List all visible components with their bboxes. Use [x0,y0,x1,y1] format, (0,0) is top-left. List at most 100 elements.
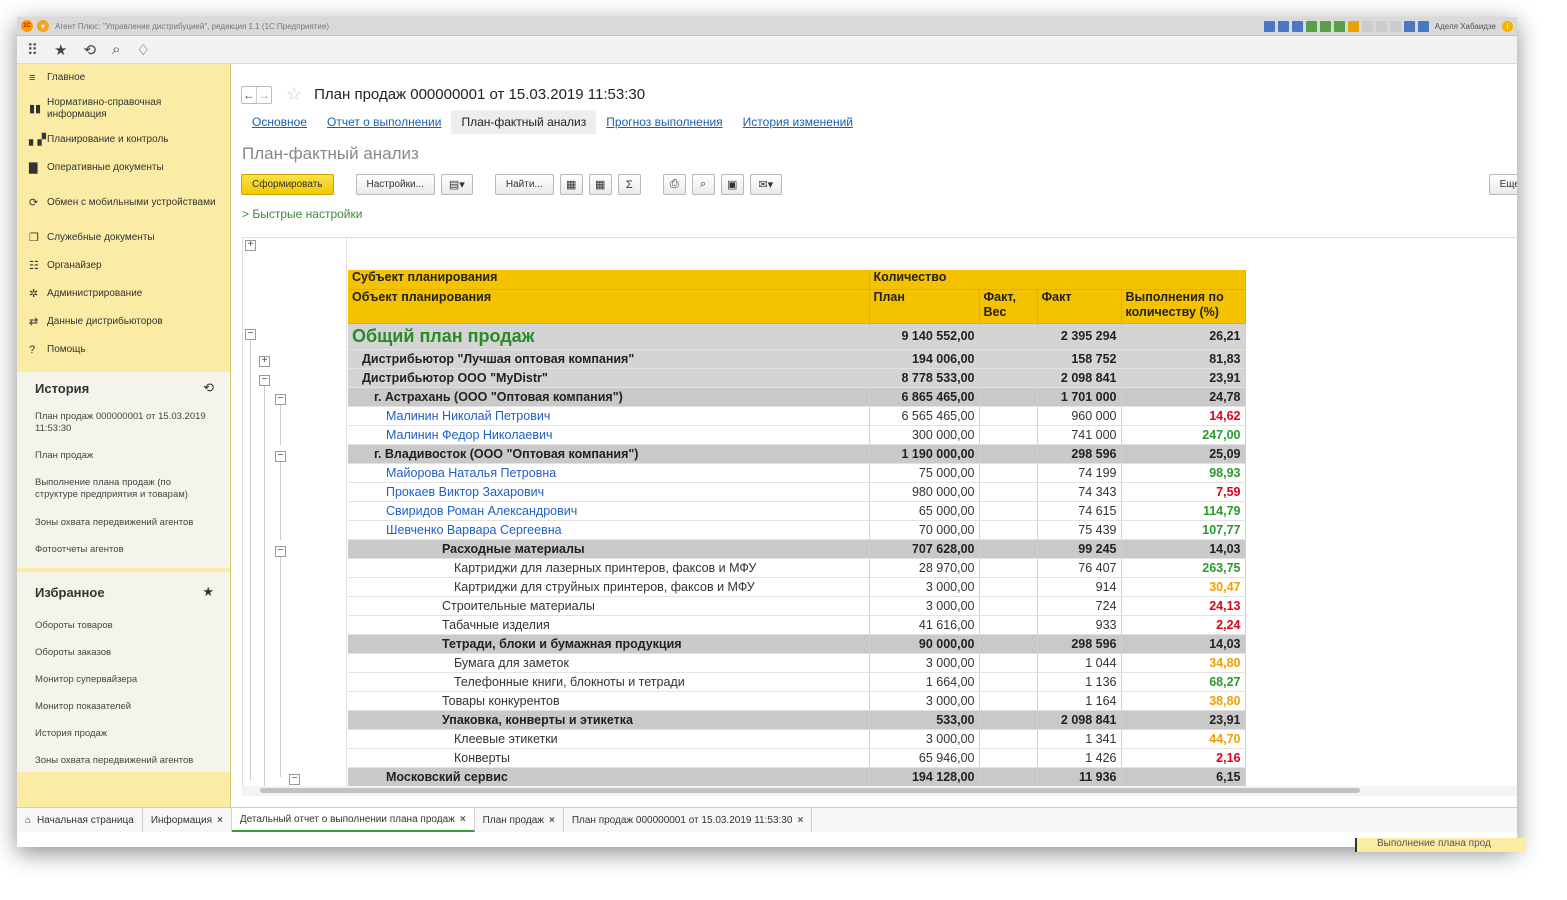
horizontal-scrollbar[interactable] [242,786,1517,796]
sidebar-item-0[interactable]: ≡ Главное [17,64,230,92]
user-name[interactable]: Аделя Хабаидзе [1435,22,1496,31]
window-tab[interactable]: Информация × [143,808,232,832]
upload-icon[interactable] [1305,20,1317,32]
close-icon[interactable]: × [549,815,555,826]
save-icon[interactable]: ▣ [720,174,744,195]
collapse-icon[interactable]: − [259,375,270,386]
table-row[interactable]: Майорова Наталья Петровна 75 000,00 74 1… [348,463,1246,483]
sidebar-item-5[interactable]: ❐ Служебные документы [17,224,230,252]
settings-button[interactable]: Настройки... [355,174,435,195]
sidebar-item-2[interactable]: ▖▞ Планирование и контроль [17,126,230,154]
table-row[interactable]: Картриджи для лазерных принтеров, факсов… [348,558,1246,578]
table-row[interactable]: Товары конкурентов 3 000,00 1 164 38,80 [348,691,1246,711]
table-row[interactable]: Дистрибьютор ООО "MyDistr" 8 778 533,00 … [348,368,1246,388]
expand-groups-icon[interactable]: ▦ [559,174,583,195]
close-icon[interactable]: × [797,815,803,826]
quick-settings-toggle[interactable]: > Быстрые настройки [242,207,362,221]
table-row[interactable]: Клеевые этикетки 3 000,00 1 341 44,70 [348,729,1246,749]
table-row[interactable]: Телефонные книги, блокноты и тетради 1 6… [348,672,1246,692]
table-row[interactable]: Малинин Николай Петрович 6 565 465,00 96… [348,406,1246,426]
history-link[interactable]: Выполнение плана продаж (по структуре пр… [17,469,230,509]
favorites-star-icon[interactable]: ★ [54,41,67,59]
row-name[interactable]: Майорова Наталья Петровна [348,463,870,483]
sidebar-item-3[interactable]: ▇ Оперативные документы [17,154,230,182]
history-link[interactable]: План продаж 000000001 от 15.03.2019 11:5… [17,404,230,442]
calendar-icon[interactable] [1347,20,1359,32]
table-row[interactable]: Конверты 65 946,00 1 426 2,16 [348,748,1246,768]
favorite-link[interactable]: История продаж [17,720,230,747]
collapse-icon[interactable]: − [289,774,300,785]
preview-icon[interactable]: ⌕ [691,174,715,195]
sidebar-item-4[interactable]: ⟳ Обмен с мобильными устройствами [17,182,230,224]
favorite-link[interactable]: Зоны охвата передвижений агентов [17,747,230,774]
history-icon[interactable]: ⟲ [83,41,96,59]
print-icon[interactable]: ⎙ [662,174,686,195]
table-row[interactable]: Строительные материалы 3 000,00 724 24,1… [348,596,1246,616]
doc-tab[interactable]: Отчет о выполнении [317,110,451,134]
scroll-thumb[interactable] [260,788,1360,793]
window-tab[interactable]: ⌂ Начальная страница [17,808,143,832]
table-row[interactable]: Свиридов Роман Александрович 65 000,00 7… [348,501,1246,521]
row-name[interactable]: Малинин Николай Петрович [348,406,870,426]
table-row[interactable]: Бумага для заметок 3 000,00 1 044 34,80 [348,653,1246,673]
close-icon[interactable]: × [217,815,223,826]
calculator-icon[interactable] [1333,20,1345,32]
table-row[interactable]: г. Астрахань (ООО "Оптовая компания") 6 … [348,387,1246,407]
window-tab[interactable]: План продаж 000000001 от 15.03.2019 11:5… [564,808,813,832]
favorite-link[interactable]: Монитор супервайзера [17,666,230,693]
table-row[interactable]: Общий план продаж 9 140 552,00 2 395 294… [348,323,1246,350]
table-row[interactable]: Табачные изделия 41 616,00 933 2,24 [348,615,1246,635]
doc-tab[interactable]: Прогноз выполнения [596,110,732,134]
download-icon[interactable] [1319,20,1331,32]
sidebar-item-8[interactable]: ⇄ Данные дистрибьюторов [17,308,230,336]
doc-tab[interactable]: План-фактный анализ [451,110,597,134]
main-menu-icon[interactable]: ▾ [37,20,49,32]
apps-grid-icon[interactable]: ⠿ [27,41,38,59]
doc-tab[interactable]: История изменений [733,110,863,134]
sidebar-item-9[interactable]: ? Помощь [17,336,230,364]
table-row[interactable]: Картриджи для струйных принтеров, факсов… [348,577,1246,597]
favorite-star-icon[interactable]: ☆ [286,84,302,105]
table-row[interactable]: Шевченко Варвара Сергеевна 70 000,00 75 … [348,520,1246,540]
favorite-link[interactable]: Монитор показателей [17,693,230,720]
search-icon[interactable]: ⌕ [112,41,120,58]
print-icon[interactable] [1277,20,1289,32]
row-name[interactable]: Прокаев Виктор Захарович [348,482,870,502]
table-row[interactable]: Московский сервис 194 128,00 11 936 6,15 [348,767,1246,787]
table-row[interactable]: Упаковка, конверты и этикетка 533,00 2 0… [348,710,1246,730]
preview-icon[interactable] [1291,20,1303,32]
expand-icon[interactable]: + [259,356,270,367]
email-dropdown-icon[interactable]: ✉▾ [749,174,782,195]
table-row[interactable]: Расходные материалы 707 628,00 99 245 14… [348,539,1246,559]
row-name[interactable]: Шевченко Варвара Сергеевна [348,520,870,540]
collapse-icon[interactable]: − [275,546,286,557]
generate-button[interactable]: Сформировать [241,174,334,195]
window-tab[interactable]: План продаж × [475,808,564,832]
collapse-icon[interactable]: − [245,329,256,340]
table-row[interactable]: г. Владивосток (ООО "Оптовая компания") … [348,444,1246,464]
collapse-icon[interactable]: − [275,451,286,462]
back-arrow-icon[interactable]: ← [242,87,256,103]
save-icon[interactable] [1263,20,1275,32]
collapse-icon[interactable]: − [275,394,286,405]
row-name[interactable]: Малинин Федор Николаевич [348,425,870,445]
more-button[interactable]: Еще [1488,174,1517,195]
bell-icon[interactable]: ♢ [136,41,149,59]
history-link[interactable]: Зоны охвата передвижений агентов [17,509,230,536]
zoom-icon[interactable] [1403,20,1415,32]
sidebar-item-7[interactable]: ✲ Администрирование [17,280,230,308]
favorites-star-icon[interactable]: ★ [202,584,214,600]
history-link[interactable]: План продаж [17,442,230,469]
history-clock-icon[interactable]: ⟲ [203,380,214,396]
window-tab[interactable]: Детальный отчет о выполнении плана прода… [231,808,475,832]
doc-tab[interactable]: Основное [242,110,317,134]
row-name[interactable]: Свиридов Роман Александрович [348,501,870,521]
sidebar-item-6[interactable]: ☷ Органайзер [17,252,230,280]
sum-icon[interactable]: Σ [617,174,641,195]
table-row[interactable]: Дистрибьютор "Лучшая оптовая компания" 1… [348,349,1246,369]
collapse-groups-icon[interactable]: ▦ [588,174,612,195]
forward-arrow-icon[interactable]: → [256,86,271,103]
table-row[interactable]: Тетради, блоки и бумажная продукция 90 0… [348,634,1246,654]
close-icon[interactable]: × [460,814,466,825]
favorite-link[interactable]: Обороты товаров [17,612,230,639]
